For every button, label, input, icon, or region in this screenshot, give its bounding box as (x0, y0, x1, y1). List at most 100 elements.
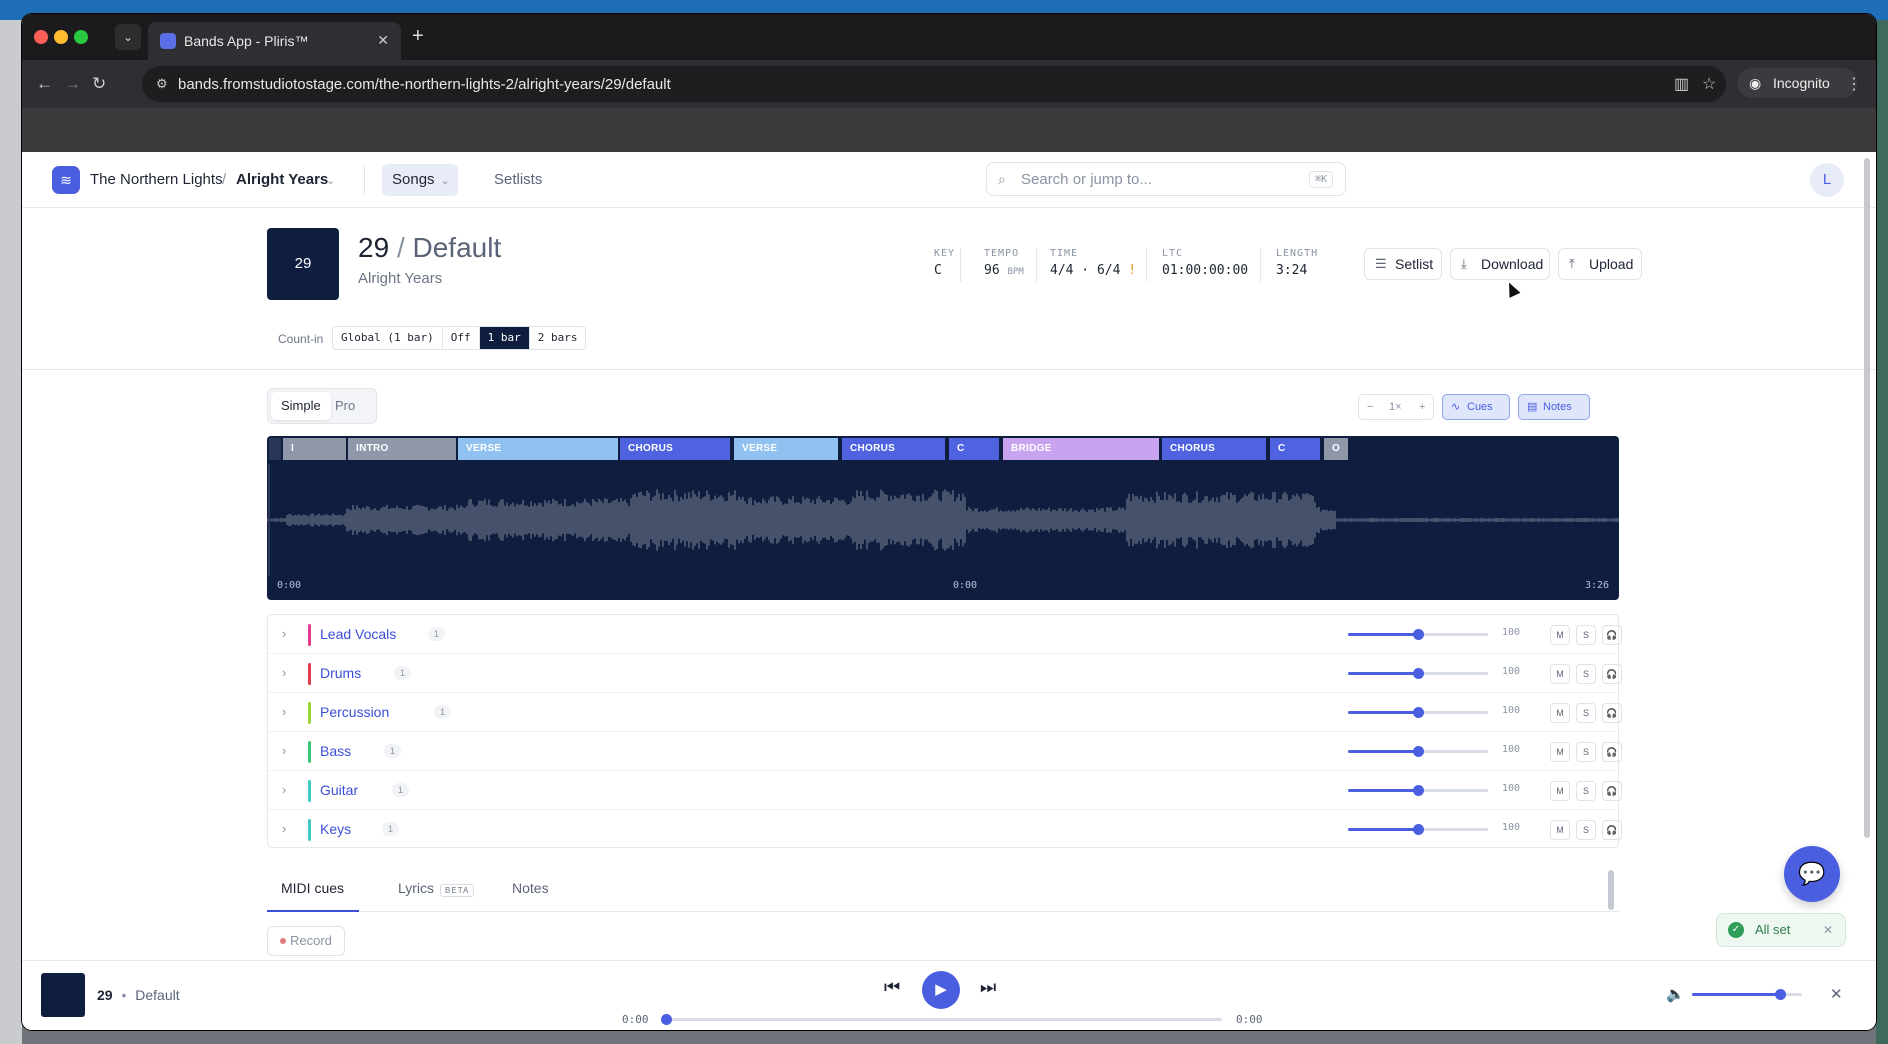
browser-tab[interactable]: Bands App - Pliris™ ✕ (148, 22, 401, 60)
nav-setlists-link[interactable]: Setlists (494, 171, 542, 188)
solo-button[interactable]: S (1576, 742, 1596, 762)
countin-option[interactable]: Global (1 bar) (333, 327, 443, 349)
volume-knob[interactable] (1775, 989, 1786, 1000)
track-name[interactable]: Guitar (320, 782, 358, 798)
next-track-icon[interactable]: ⏭ (980, 977, 996, 998)
close-player-icon[interactable]: ✕ (1830, 985, 1843, 1003)
solo-button[interactable]: S (1576, 820, 1596, 840)
maximize-window-button[interactable] (74, 30, 88, 44)
album-chevron-down-icon[interactable]: ⌄ (326, 174, 335, 187)
headphones-icon[interactable]: 🎧 (1602, 703, 1622, 723)
countin-option[interactable]: 1 bar (479, 327, 530, 349)
expand-chevron-icon[interactable]: › (282, 704, 286, 719)
tab-close-icon[interactable]: ✕ (377, 32, 389, 49)
track-volume-slider[interactable] (1348, 746, 1488, 757)
download-button[interactable]: ⤓ Download (1450, 248, 1550, 280)
countin-selector[interactable]: Global (1 bar) Off 1 bar 2 bars (332, 326, 587, 350)
url-text[interactable]: bands.fromstudiotostage.com/the-northern… (178, 76, 671, 93)
view-mode-switch[interactable]: Simple Pro (267, 388, 377, 424)
expand-chevron-icon[interactable]: › (282, 665, 286, 680)
page-scrollbar-thumb[interactable] (1864, 158, 1870, 838)
headphones-icon[interactable]: 🎧 (1602, 742, 1622, 762)
track-volume-knob[interactable] (1413, 824, 1424, 835)
address-bar[interactable]: ⚙ bands.fromstudiotostage.com/the-northe… (142, 66, 1726, 102)
bookmark-star-icon[interactable]: ☆ (1702, 74, 1716, 94)
record-button[interactable]: Record (267, 926, 345, 956)
reader-mode-icon[interactable]: ▥ (1674, 74, 1689, 94)
cues-toggle[interactable]: ∿ Cues (1442, 394, 1510, 420)
breadcrumb-band[interactable]: The Northern Lights (90, 171, 223, 188)
track-row[interactable]: › Guitar 1 100 M S 🎧 (268, 771, 1622, 810)
search-box[interactable]: ⌕ Search or jump to... ⌘K (986, 162, 1346, 196)
track-name[interactable]: Percussion (320, 704, 389, 720)
mute-button[interactable]: M (1550, 742, 1570, 762)
track-volume-slider[interactable] (1348, 629, 1488, 640)
zoom-in-button[interactable]: + (1419, 401, 1425, 413)
expand-chevron-icon[interactable]: › (282, 782, 286, 797)
track-volume-knob[interactable] (1413, 629, 1424, 640)
section-block[interactable]: INTRO (348, 438, 456, 460)
tab-lyrics[interactable]: Lyrics BETA (398, 880, 475, 897)
track-row[interactable]: › Percussion 1 100 M S 🎧 (268, 693, 1622, 732)
track-row[interactable]: › Lead Vocals 1 100 M S 🎧 (268, 615, 1622, 654)
section-block[interactable]: CHORUS (620, 438, 730, 460)
upload-button[interactable]: ⤒ Upload (1558, 248, 1642, 280)
breadcrumb-album[interactable]: Alright Years (236, 171, 328, 188)
zoom-out-button[interactable]: − (1367, 401, 1373, 413)
notes-toggle[interactable]: ▤ Notes (1518, 394, 1590, 420)
track-volume-slider[interactable] (1348, 668, 1488, 679)
previous-track-icon[interactable]: ⏮ (884, 977, 900, 998)
tab-midi-cues[interactable]: MIDI cues (281, 880, 344, 896)
panel-scrollbar[interactable] (1608, 870, 1614, 910)
player-volume-slider[interactable] (1692, 989, 1802, 1000)
section-block[interactable]: C (949, 438, 999, 460)
minimize-window-button[interactable] (54, 30, 68, 44)
time-warning-icon[interactable]: ! (1128, 263, 1136, 278)
forward-icon[interactable]: → (64, 74, 81, 94)
track-row[interactable]: › Bass 1 100 M S 🎧 (268, 732, 1622, 771)
track-volume-knob[interactable] (1413, 707, 1424, 718)
waveform-timeline[interactable]: 0:00 0:00 3:26 I INTRO VERSE CHORUS VERSE CHO… (267, 436, 1619, 600)
expand-chevron-icon[interactable]: › (282, 743, 286, 758)
site-info-icon[interactable]: ⚙ (156, 76, 168, 92)
mute-button[interactable]: M (1550, 703, 1570, 723)
play-button[interactable]: ▶ (922, 971, 960, 1009)
section-block[interactable]: CHORUS (1162, 438, 1266, 460)
track-volume-knob[interactable] (1413, 746, 1424, 757)
track-volume-slider[interactable] (1348, 785, 1488, 796)
headphones-icon[interactable]: 🎧 (1602, 664, 1622, 684)
track-volume-knob[interactable] (1413, 785, 1424, 796)
solo-button[interactable]: S (1576, 664, 1596, 684)
section-block[interactable]: BRIDGE (1003, 438, 1159, 460)
user-avatar[interactable]: L (1810, 163, 1844, 197)
section-block[interactable]: CHORUS (842, 438, 945, 460)
incognito-badge[interactable]: ◉ Incognito (1737, 68, 1857, 98)
page-scrollbar[interactable] (1862, 152, 1872, 852)
expand-chevron-icon[interactable]: › (282, 821, 286, 836)
countin-option[interactable]: 2 bars (530, 327, 586, 349)
player-progress-knob[interactable] (661, 1014, 672, 1025)
section-block[interactable]: O (1324, 438, 1348, 460)
nav-songs-button[interactable]: Songs ⌄ (382, 164, 458, 196)
expand-chevron-icon[interactable]: › (282, 626, 286, 641)
section-block[interactable]: C (1270, 438, 1320, 460)
close-window-button[interactable] (34, 30, 48, 44)
headphones-icon[interactable]: 🎧 (1602, 781, 1622, 801)
tab-notes[interactable]: Notes (512, 880, 549, 896)
track-row[interactable]: › Keys 1 100 M S 🎧 (268, 810, 1622, 849)
section-block[interactable]: VERSE (734, 438, 838, 460)
mode-pro-tab[interactable]: Pro (325, 392, 365, 420)
app-logo-icon[interactable]: ≋ (52, 166, 80, 194)
mode-simple-tab[interactable]: Simple (271, 392, 331, 420)
waveform-graph[interactable] (267, 464, 1619, 576)
track-name[interactable]: Drums (320, 665, 361, 681)
solo-button[interactable]: S (1576, 625, 1596, 645)
volume-icon[interactable]: 🔈 (1666, 985, 1685, 1003)
track-volume-knob[interactable] (1413, 668, 1424, 679)
toast-close-icon[interactable]: ✕ (1823, 914, 1833, 946)
chat-bubble-icon[interactable]: 💬 (1784, 846, 1840, 902)
section-start-marker[interactable] (269, 438, 281, 460)
mute-button[interactable]: M (1550, 664, 1570, 684)
mute-button[interactable]: M (1550, 625, 1570, 645)
track-name[interactable]: Lead Vocals (320, 626, 396, 642)
